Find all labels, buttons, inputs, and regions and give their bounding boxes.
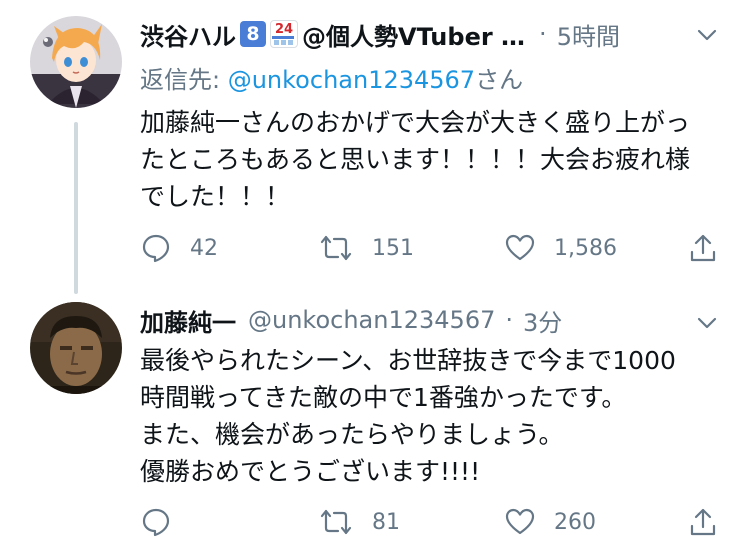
tweet1-text: 加藤純一さんのおかげで大会が大きく盛り上がっ たところもあると思います！！！！大… bbox=[140, 104, 730, 215]
display-name[interactable]: 加藤純一 bbox=[140, 303, 236, 338]
tweet-text-line: 優勝おめでとうございます!!!! bbox=[140, 457, 481, 486]
avatar-shibuya-haru[interactable] bbox=[30, 16, 122, 108]
tweet-timestamp[interactable]: 3分 bbox=[523, 303, 562, 338]
tweet1-header: 渋谷ハル 8 24 @個人勢VTuber … · 5時間 bbox=[140, 16, 620, 52]
like-button[interactable]: 1,586 bbox=[504, 230, 617, 266]
retweet-icon bbox=[320, 509, 352, 535]
reply-to-handle-link[interactable]: @unkochan1234567 bbox=[228, 66, 475, 94]
chevron-down-icon[interactable] bbox=[694, 310, 720, 336]
heart-icon bbox=[505, 508, 535, 535]
store-sign-text: 24 bbox=[274, 22, 294, 37]
tweet-timestamp[interactable]: 5時間 bbox=[557, 17, 620, 52]
share-icon bbox=[690, 234, 716, 262]
retweet-count: 81 bbox=[372, 509, 400, 535]
share-button[interactable] bbox=[688, 504, 718, 540]
tweet-text-line: たところもあると思います！！！！大会お疲れ様 bbox=[140, 145, 691, 174]
like-count: 1,586 bbox=[554, 235, 617, 261]
heart-icon bbox=[505, 234, 535, 261]
tweet-shibuya-haru[interactable]: 渋谷ハル 8 24 @個人勢VTuber … · 5時間 返信先: @unkoc… bbox=[0, 0, 750, 290]
name-suffix[interactable]: @個人勢VTuber … bbox=[302, 17, 525, 52]
tweet-kato-junichi[interactable]: 加藤純一 @unkochan1234567 · 3分 最後やられたシーン、お世辞… bbox=[0, 290, 750, 557]
tweet-text-line: 時間戦ってきた敵の中で1番強かったです。 bbox=[140, 383, 627, 412]
avatar-kato-junichi[interactable] bbox=[30, 302, 122, 394]
tweet2-text: 最後やられたシーン、お世辞抜きで今まで1000 時間戦ってきた敵の中で1番強かっ… bbox=[140, 342, 730, 490]
like-button[interactable]: 260 bbox=[504, 504, 596, 540]
reply-to-suffix: さん bbox=[475, 66, 524, 94]
tweet-text-line: でした！！！ bbox=[140, 182, 291, 211]
convenience-store-emoji: 24 bbox=[270, 20, 298, 48]
share-icon bbox=[690, 508, 716, 536]
tweet2-actions: 81 260 bbox=[140, 504, 730, 540]
reply-button[interactable] bbox=[140, 504, 190, 540]
share-button[interactable] bbox=[688, 230, 718, 266]
retweet-count: 151 bbox=[372, 235, 414, 261]
tweet2-header: 加藤純一 @unkochan1234567 · 3分 bbox=[140, 302, 562, 338]
separator-dot: · bbox=[539, 20, 547, 48]
tweet-text-line: 加藤純一さんのおかげで大会が大きく盛り上がっ bbox=[140, 108, 691, 137]
tweet-text-line: 最後やられたシーン、お世辞抜きで今まで1000 bbox=[140, 346, 676, 375]
reply-icon bbox=[142, 234, 170, 263]
like-count: 260 bbox=[554, 509, 596, 535]
reply-to-line: 返信先: @unkochan1234567さん bbox=[140, 60, 523, 95]
reply-icon bbox=[142, 508, 170, 537]
reply-count: 42 bbox=[190, 235, 218, 261]
retweet-button[interactable]: 81 bbox=[318, 504, 400, 540]
tweet1-actions: 42 151 1,586 bbox=[140, 230, 730, 266]
reply-button[interactable]: 42 bbox=[140, 230, 218, 266]
separator-dot: · bbox=[505, 306, 513, 334]
keycap-8-emoji: 8 bbox=[240, 21, 266, 47]
retweet-button[interactable]: 151 bbox=[318, 230, 414, 266]
display-name[interactable]: 渋谷ハル bbox=[140, 17, 236, 52]
retweet-icon bbox=[320, 235, 352, 261]
reply-to-label: 返信先: bbox=[140, 66, 228, 94]
chevron-down-icon[interactable] bbox=[694, 22, 720, 48]
tweet-text-line: また、機会があったらやりましょう。 bbox=[140, 420, 564, 449]
user-handle[interactable]: @unkochan1234567 bbox=[248, 306, 495, 334]
